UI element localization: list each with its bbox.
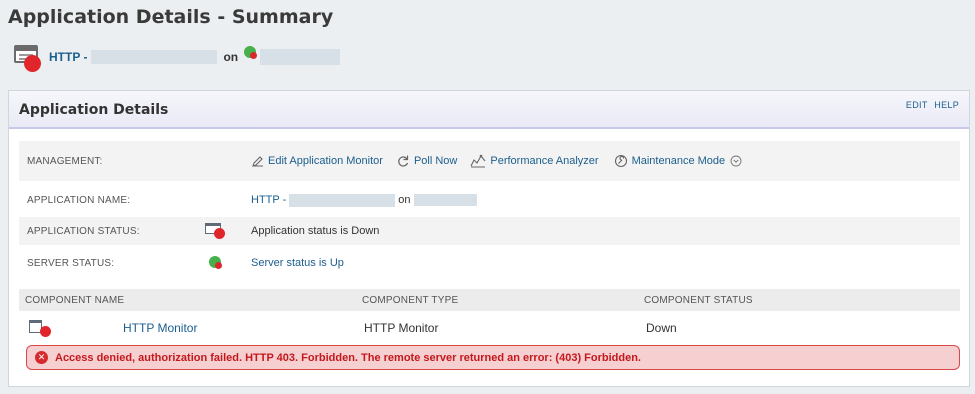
column-component-status: COMPONENT STATUS <box>644 295 753 306</box>
server-up-icon <box>209 256 223 270</box>
performance-analyzer-button[interactable]: Performance Analyzer <box>470 154 599 168</box>
application-status-label: APPLICATION STATUS: <box>27 225 140 237</box>
server-status-link[interactable]: Server status is Up <box>251 257 344 269</box>
on-label: on <box>398 194 411 206</box>
column-component-name: COMPONENT NAME <box>25 295 125 306</box>
performance-analyzer-icon <box>470 154 486 168</box>
panel-header: Application Details EDIT HELP <box>9 91 969 129</box>
component-down-icon <box>29 320 53 337</box>
application-name-value: HTTP - on <box>251 193 477 207</box>
pencil-icon <box>252 155 263 167</box>
error-message-box: ✕ Access denied, authorization failed. H… <box>26 345 960 370</box>
application-status-row: APPLICATION STATUS: Application status i… <box>19 217 960 245</box>
application-link[interactable]: HTTP - <box>49 50 87 64</box>
component-type: HTTP Monitor <box>364 321 439 335</box>
redacted-server-name[interactable] <box>260 49 341 65</box>
edit-link[interactable]: EDIT <box>906 100 928 110</box>
maintenance-mode-label: Maintenance Mode <box>631 155 726 167</box>
poll-now-label: Poll Now <box>413 155 458 167</box>
management-row: MANAGEMENT: Edit Application Monitor Pol… <box>19 141 960 181</box>
chevron-down-icon[interactable] <box>730 155 742 167</box>
poll-now-button[interactable]: Poll Now <box>396 154 457 168</box>
panel-links: EDIT HELP <box>902 100 959 110</box>
maintenance-icon <box>614 154 627 168</box>
server-status-row: SERVER STATUS: Server status is Up <box>19 249 960 277</box>
component-status: Down <box>646 321 677 335</box>
application-name-label: APPLICATION NAME: <box>27 194 131 206</box>
management-actions: Edit Application Monitor Poll Now Perfor… <box>251 154 759 168</box>
application-header: HTTP - on <box>14 44 341 72</box>
redacted-app-name <box>289 193 396 207</box>
server-up-icon <box>244 46 258 60</box>
redacted-server-name[interactable] <box>413 194 477 206</box>
server-status-label: SERVER STATUS: <box>27 257 115 269</box>
panel-title: Application Details <box>19 102 169 118</box>
application-down-icon <box>14 45 42 72</box>
application-name-link[interactable]: HTTP - <box>251 194 286 206</box>
components-table-header: COMPONENT NAME COMPONENT TYPE COMPONENT … <box>19 289 960 311</box>
component-name-link[interactable]: HTTP Monitor <box>123 321 197 335</box>
application-details-panel: Application Details EDIT HELP MANAGEMENT… <box>8 90 970 387</box>
table-row: HTTP Monitor HTTP Monitor Down <box>19 315 960 341</box>
refresh-icon <box>398 155 409 167</box>
error-message-text: Access denied, authorization failed. HTT… <box>55 351 641 364</box>
column-component-type: COMPONENT TYPE <box>362 295 459 306</box>
edit-application-monitor-label: Edit Application Monitor <box>268 155 383 167</box>
maintenance-mode-dropdown[interactable]: Maintenance Mode <box>614 154 747 168</box>
on-label: on <box>223 50 239 64</box>
redacted-app-name <box>91 50 218 64</box>
edit-application-monitor-button[interactable]: Edit Application Monitor <box>251 155 383 168</box>
application-name-row: APPLICATION NAME: HTTP - on <box>19 187 960 213</box>
application-status-value: Application status is Down <box>251 225 380 237</box>
page-title: Application Details - Summary <box>8 6 334 28</box>
performance-analyzer-label: Performance Analyzer <box>490 155 599 167</box>
management-label: MANAGEMENT: <box>27 155 103 167</box>
application-status-down-icon <box>205 223 227 239</box>
error-icon: ✕ <box>35 351 48 364</box>
help-link[interactable]: HELP <box>934 100 959 110</box>
